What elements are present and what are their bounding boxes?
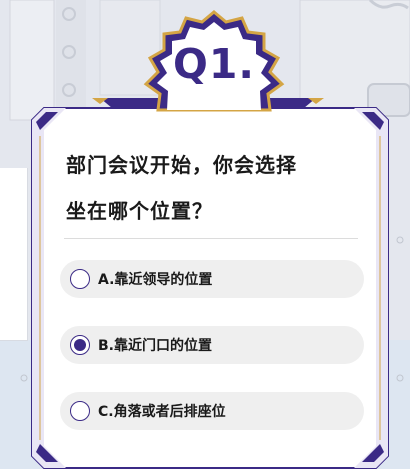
radio-button[interactable]: [70, 269, 90, 289]
option-b[interactable]: B.靠近门口的位置: [60, 326, 364, 364]
question-number: Q1.: [173, 40, 255, 88]
radio-button-selected[interactable]: [70, 335, 90, 355]
question-line-2: 坐在哪个位置？: [66, 199, 213, 223]
divider: [64, 238, 358, 239]
option-c[interactable]: C.角落或者后排座位: [60, 392, 364, 430]
option-a[interactable]: A.靠近领导的位置: [60, 260, 364, 298]
question-text: 部门会议开始，你会选择 坐在哪个位置？: [66, 142, 366, 234]
option-label: B.靠近门口的位置: [98, 338, 212, 354]
option-label: A.靠近领导的位置: [98, 272, 213, 288]
radio-dot: [74, 339, 86, 351]
option-label: C.角落或者后排座位: [98, 404, 226, 420]
question-line-1: 部门会议开始，你会选择: [66, 153, 297, 177]
radio-button[interactable]: [70, 401, 90, 421]
